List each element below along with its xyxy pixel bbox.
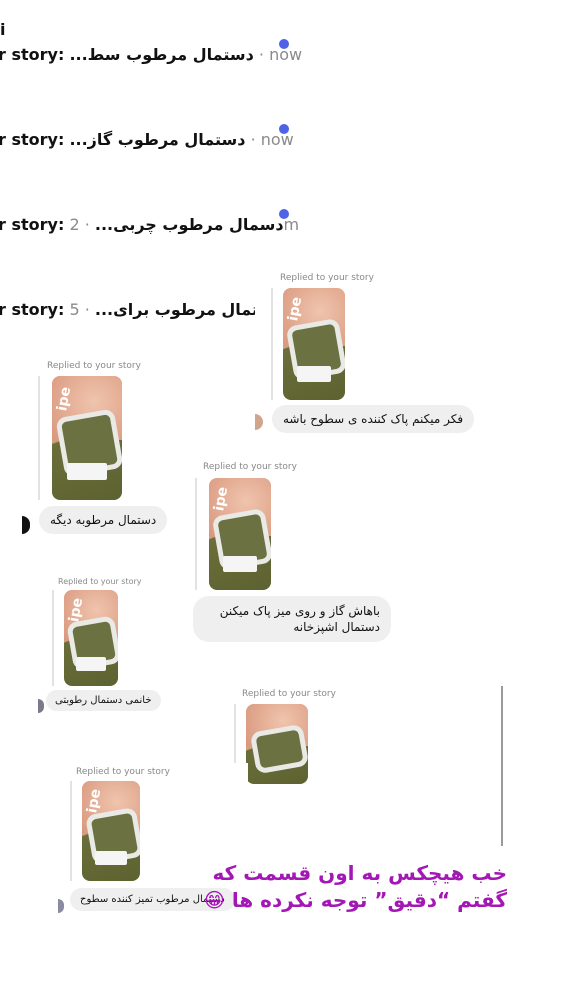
replied-label: Replied to your story (76, 767, 170, 777)
reply-bubble: دستمال مرطوبه دیگه (39, 506, 168, 534)
row-lead: r story: (0, 300, 65, 319)
story-thumbnail[interactable] (246, 704, 308, 784)
reply-bubble: خانمی دستمال رطوبتی (46, 690, 161, 711)
row-time: · now (250, 130, 294, 149)
story-thumbnail[interactable]: ipe (52, 376, 122, 500)
caption-text: خب هیچکس به اون قسمت که گفتم “دقیق” توجه… (204, 860, 507, 914)
scrollbar[interactable] (501, 686, 503, 846)
story-reply-card: Replied to your story ipe فکر میکنم پاک … (255, 268, 555, 440)
story-reply-card: Replied to your story (230, 686, 505, 846)
story-thumbnail-frame: ipe (38, 376, 124, 500)
story-thumbnail[interactable]: ipe (209, 478, 271, 590)
caption-line: خب هیچکس به اون قسمت که (212, 861, 507, 885)
caption-line: گفتم “دقیق” توجه نکرده ها 😁 (204, 888, 507, 912)
unread-dot-icon (279, 209, 289, 219)
row-lead: r story: (0, 130, 65, 149)
inbox-row[interactable]: r story: دستمال مرطوب سط... · now (0, 39, 563, 85)
story-reply-card: Replied to your story ipe دستمال مرطوبه … (22, 356, 182, 546)
row-message: دستمال مرطوب سط... (69, 45, 254, 64)
inbox-row[interactable]: r story: دسمال مرطوب چربی... · 2m (0, 209, 563, 255)
avatar[interactable] (22, 516, 30, 534)
avatar[interactable] (255, 414, 263, 430)
row-lead: r story: (0, 45, 65, 64)
unread-dot-icon (279, 39, 289, 49)
story-thumbnail[interactable]: ipe (283, 288, 345, 400)
reply-bubble: باهاش گاز و روی میز پاک میکنن دستمال اشپ… (193, 596, 391, 642)
username-fragment: i (0, 20, 6, 39)
row-message: دسمال مرطوب چربی... (94, 215, 284, 234)
story-thumbnail[interactable]: ipe (64, 590, 118, 686)
replied-label: Replied to your story (203, 462, 297, 472)
story-reply-card: Replied to your story ipe خانمی دستمال ر… (38, 575, 178, 720)
unread-dot-icon (279, 124, 289, 134)
replied-label: Replied to your story (242, 689, 336, 699)
story-thumbnail-frame: ipe (195, 478, 273, 590)
story-reply-card: Replied to your story ipe باهاش گاز و رو… (185, 458, 403, 644)
row-lead: r story: (0, 215, 65, 234)
reply-bubble: فکر میکنم پاک کننده ی سطوح باشه (272, 405, 475, 433)
row-message: دستمال مرطوب گاز... (69, 130, 246, 149)
avatar[interactable] (58, 899, 64, 913)
replied-label: Replied to your story (280, 273, 374, 283)
story-thumbnail-frame: ipe (52, 590, 118, 686)
replied-label: Replied to your story (47, 361, 141, 371)
replied-label: Replied to your story (58, 577, 142, 586)
story-thumbnail-frame: ipe (70, 781, 142, 881)
avatar[interactable] (38, 699, 44, 713)
story-thumbnail-frame: ipe (271, 288, 345, 400)
inbox-row[interactable]: r story: دستمال مرطوب گاز... · now (0, 124, 563, 170)
story-thumbnail[interactable]: ipe (82, 781, 140, 881)
